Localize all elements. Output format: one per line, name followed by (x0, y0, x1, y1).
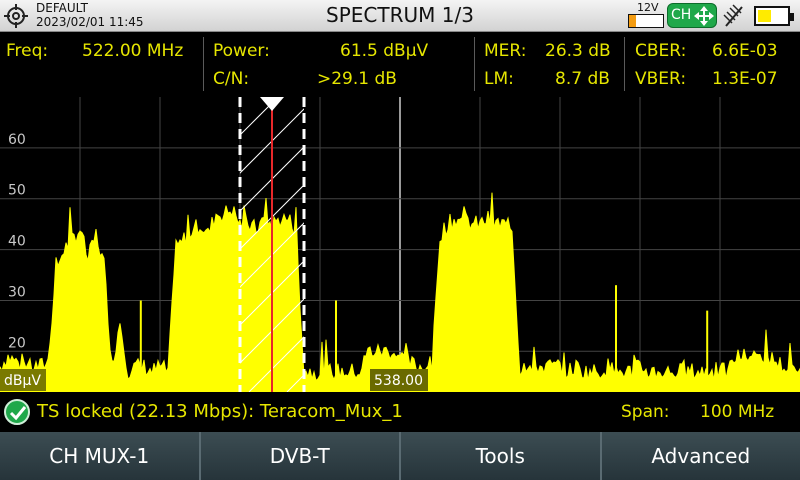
mer-value: 26.3 dB (545, 41, 611, 61)
y-tick-label: 40 (8, 234, 26, 250)
marker-arrow-icon (260, 97, 284, 111)
span-value[interactable]: 100 MHz (700, 402, 774, 422)
ch-badge[interactable]: CH (667, 3, 717, 28)
move-arrows-icon (694, 6, 714, 26)
battery-fill (758, 10, 771, 22)
ch-badge-label: CH (671, 7, 692, 23)
vber-label: VBER: (635, 69, 687, 89)
softkey-ch-mux[interactable]: CH MUX-1 (0, 432, 199, 480)
y-tick-label: 20 (8, 335, 26, 351)
hatch-line (591, 97, 800, 392)
spectrum-svg[interactable]: 60 50 40 30 20 dBµV 538.00 (0, 97, 800, 392)
spectrum-plot[interactable]: 60 50 40 30 20 dBµV 538.00 (0, 97, 800, 392)
y-tick-label: 50 (8, 183, 26, 199)
softkey-advanced[interactable]: Advanced (599, 432, 800, 480)
battery-icon (754, 6, 794, 26)
hatch-line (553, 97, 800, 392)
cber-value: 6.6E-03 (712, 41, 778, 61)
center-frequency-label: 538.00 (374, 373, 423, 389)
y-tick-label: 30 (8, 284, 26, 300)
header-bar: DEFAULT 2023/02/01 11:45 SPECTRUM 1/3 12… (0, 0, 800, 32)
softkey-tools[interactable]: Tools (399, 432, 600, 480)
vber-value: 1.3E-07 (712, 69, 778, 89)
cn-label: C/N: (213, 69, 250, 89)
antenna-icon (723, 4, 743, 27)
lm-value: 8.7 dB (555, 69, 610, 89)
divider (474, 37, 475, 91)
softkey-standard[interactable]: DVB-T (198, 432, 399, 480)
lm-label: LM: (484, 69, 514, 89)
softkey-bar: CH MUX-1 DVB-T Tools Advanced (0, 432, 800, 480)
mer-label: MER: (484, 41, 527, 61)
divider (203, 37, 204, 91)
ts-lock-status: TS locked (22.13 Mbps): Teracom_Mux_1 (37, 401, 403, 422)
power-value: 61.5 dBµV (340, 41, 429, 61)
status-bar: TS locked (22.13 Mbps): Teracom_Mux_1 Sp… (0, 393, 800, 431)
power-output-fill (629, 15, 636, 27)
cn-value: >29.1 dB (317, 69, 397, 89)
unit-label: dBµV (4, 373, 41, 389)
span-label: Span: (621, 402, 670, 422)
divider (624, 37, 625, 91)
voltage-label: 12V (637, 1, 659, 14)
measurement-panel: Freq: 522.00 MHz Power: 61.5 dBµV C/N: >… (0, 33, 800, 95)
hatch-line (477, 97, 772, 392)
check-icon (4, 399, 30, 425)
freq-label: Freq: (6, 41, 49, 61)
hatch-line (515, 97, 800, 392)
power-output-indicator (628, 14, 664, 28)
y-tick-label: 60 (8, 132, 26, 148)
cber-label: CBER: (635, 41, 687, 61)
power-label: Power: (213, 41, 270, 61)
freq-value: 522.00 MHz (82, 41, 184, 61)
